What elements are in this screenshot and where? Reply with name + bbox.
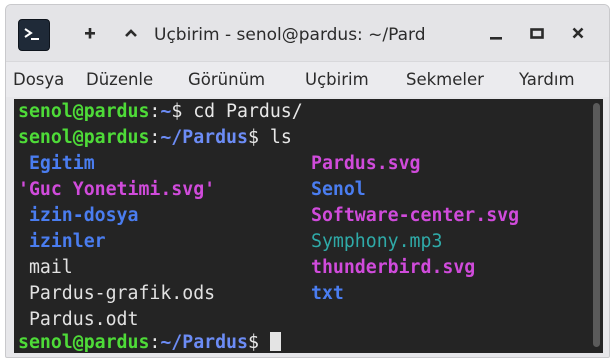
ls-row: Pardus.odt <box>18 309 139 331</box>
command-text: $ cd Pardus/ <box>171 101 303 122</box>
ls-entry: txt <box>311 283 344 304</box>
ls-entry: Senol <box>311 179 366 200</box>
command-text: $ ls <box>247 127 292 148</box>
menubar: Dosya Düzenle Görünüm Uçbirim Sekmeler Y… <box>6 61 609 97</box>
titlebar[interactable]: Uçbirim - senol@pardus: ~/Pard <box>6 5 609 61</box>
prompt-separator: : <box>149 101 161 122</box>
terminal-line: senol@pardus:~$ cd Pardus/ <box>18 101 303 123</box>
ls-entry: thunderbird.svg <box>311 257 476 278</box>
new-tab-plus-icon[interactable] <box>78 21 102 45</box>
ls-entry: izin-dosya <box>18 205 139 226</box>
ls-row: 'Guc Yonetimi.svg' Senol <box>18 179 366 201</box>
menu-duzenle[interactable]: Düzenle <box>86 70 153 90</box>
prompt-path: ~/Pardus <box>160 127 248 148</box>
prompt-user: senol@pardus <box>18 332 150 353</box>
ls-entry: mail <box>18 257 73 278</box>
menu-dosya[interactable]: Dosya <box>13 70 64 90</box>
window-title: Uçbirim - senol@pardus: ~/Pard <box>154 25 426 45</box>
close-icon[interactable] <box>566 21 590 45</box>
ls-entry: izinler <box>18 231 106 252</box>
menu-gorunum[interactable]: Görünüm <box>188 70 265 90</box>
ls-row: Pardus-grafik.ods txt <box>18 283 344 305</box>
prompt-user: senol@pardus <box>18 101 150 122</box>
terminal-line: senol@pardus:~/Pardus$ ls <box>18 127 292 149</box>
ls-entry: Pardus.svg <box>311 153 421 174</box>
ls-entry: 'Guc Yonetimi.svg' <box>18 179 216 200</box>
terminal-window: Uçbirim - senol@pardus: ~/Pard Dosya Düz… <box>5 4 610 358</box>
text-cursor <box>269 332 281 351</box>
ls-entry: Egitim <box>18 153 95 174</box>
ls-row: mail thunderbird.svg <box>18 257 475 279</box>
ls-row: Egitim Pardus.svg <box>18 153 421 175</box>
ls-row: izin-dosya Software-center.svg <box>18 205 519 227</box>
ls-row: izinler Symphony.mp3 <box>18 231 442 253</box>
terminal-prompt-line: senol@pardus:~/Pardus$ <box>18 332 281 353</box>
prompt-path: ~/Pardus <box>160 332 248 353</box>
menu-yardim[interactable]: Yardım <box>519 70 575 90</box>
maximize-icon[interactable] <box>525 21 549 45</box>
terminal-output[interactable]: senol@pardus:~$ cd Pardus/ senol@pardus:… <box>14 99 603 353</box>
prompt-separator: : <box>149 332 161 353</box>
prompt-path: ~ <box>160 101 172 122</box>
prompt-separator: : <box>149 127 161 148</box>
scrollbar[interactable] <box>593 103 600 347</box>
ls-entry: Software-center.svg <box>311 205 520 226</box>
ls-entry: Pardus-grafik.ods <box>18 283 216 304</box>
prompt-user: senol@pardus <box>18 127 150 148</box>
ls-entry: Symphony.mp3 <box>311 231 443 252</box>
minimize-icon[interactable] <box>484 21 508 45</box>
chevron-up-icon[interactable] <box>119 21 143 45</box>
ls-entry: Pardus.odt <box>18 309 139 330</box>
menu-sekmeler[interactable]: Sekmeler <box>406 70 484 90</box>
prompt-dollar: $ <box>247 332 270 353</box>
menu-ucbirim[interactable]: Uçbirim <box>305 70 369 90</box>
terminal-app-icon <box>18 19 50 51</box>
